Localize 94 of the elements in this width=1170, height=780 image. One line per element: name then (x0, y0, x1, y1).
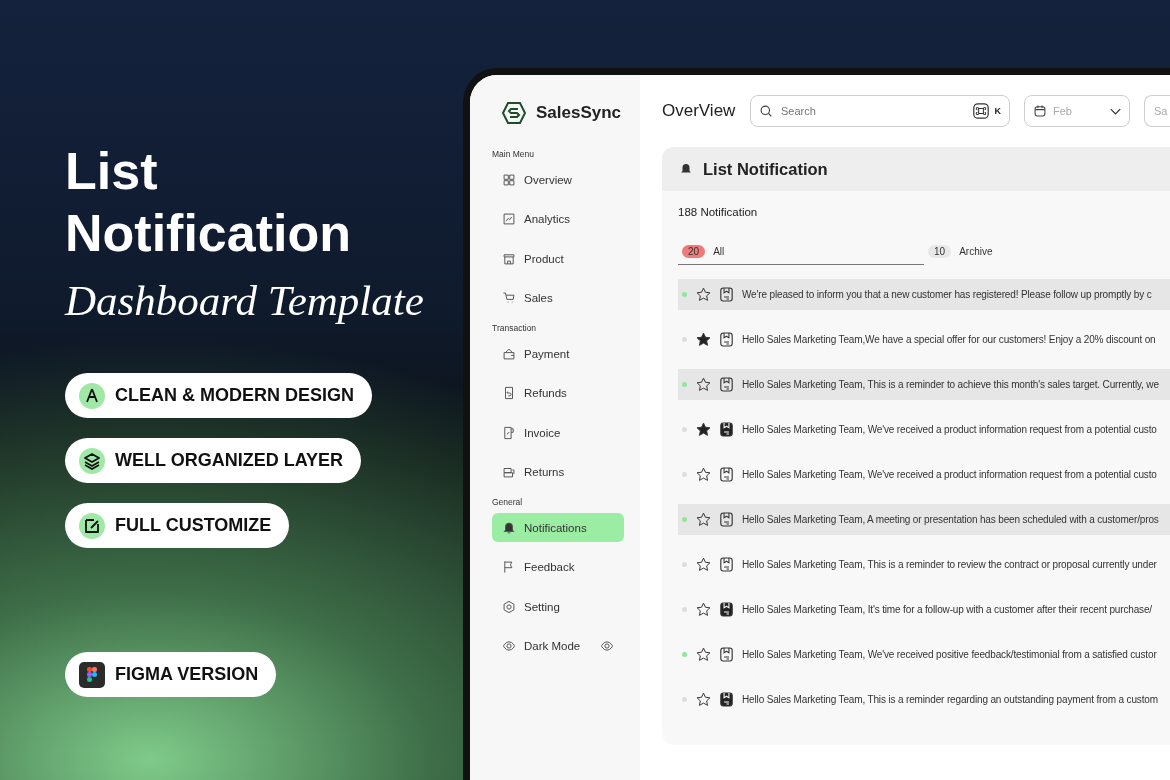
feature-icon (79, 447, 105, 474)
bookmark-icon[interactable] (720, 692, 733, 707)
bookmark-icon[interactable] (720, 422, 733, 437)
star-icon[interactable] (696, 467, 711, 482)
bookmark-icon[interactable] (720, 647, 733, 662)
bookmark-icon[interactable] (720, 287, 733, 302)
promo-subtitle: Dashboard Template (65, 276, 425, 325)
menu-icon (502, 465, 516, 479)
menu-icon (502, 172, 516, 187)
menu-icon (502, 639, 516, 653)
promo-title: List Notification (65, 141, 352, 264)
menu-icon (502, 520, 516, 535)
notification-text: Hello Sales Marketing Team, This is a reminder to review the contract or proposal currently under (742, 559, 1157, 570)
star-icon[interactable] (696, 647, 711, 662)
sidebar-item[interactable]: Product (492, 244, 624, 273)
count-badge: 10 (928, 245, 952, 258)
notification-text: Hello Sales Marketing Team, We've received positive feedback/testimonial from a satisfied custor (742, 649, 1157, 660)
sidebar-item[interactable]: Overview (492, 165, 624, 194)
figma-logo-icon (79, 661, 105, 688)
shortcut-key: K (994, 106, 1001, 116)
menu-icon (502, 212, 516, 226)
bookmark-icon[interactable] (720, 512, 733, 527)
sidebar-item[interactable]: Feedback (492, 552, 624, 582)
menu-icon (502, 386, 516, 400)
menu-icon (502, 425, 516, 440)
notification-text: Hello Sales Marketing Team, We've received a product information request from a potential custo (742, 469, 1157, 480)
eye-toggle-icon[interactable] (600, 639, 614, 653)
feature-icon (79, 512, 105, 539)
menu-icon (502, 599, 516, 614)
count-badge: 20 (682, 245, 706, 258)
notification-text: We're pleased to inform you that a new customer has registered! Please follow up promptly by c (742, 289, 1152, 300)
search-bar[interactable]: Search K (750, 95, 1010, 127)
star-icon[interactable] (696, 512, 711, 527)
star-icon[interactable] (696, 692, 711, 707)
tab[interactable]: 20 All (678, 245, 924, 265)
notification-text: Hello Sales Marketing Team, This is a reminder to achieve this month's sales target. Currently, we (742, 379, 1159, 390)
sidebar-item[interactable]: Invoice (492, 418, 624, 447)
notification-row[interactable]: Hello Sales Marketing Team, A meeting or presentation has been scheduled with a customer/pros (678, 504, 1170, 535)
notification-row[interactable]: Hello Sales Marketing Team,We have a special offer for our customers! Enjoy a 20% discount on (678, 324, 1170, 355)
star-icon[interactable] (696, 557, 711, 572)
bookmark-icon[interactable] (720, 557, 733, 572)
search-input[interactable]: Search (779, 104, 967, 118)
command-key-icon (972, 103, 989, 119)
notification-row[interactable]: Hello Sales Marketing Team, We've received a product information request from a potential custo (678, 414, 1170, 445)
notification-row[interactable]: Hello Sales Marketing Team, We've received a product information request from a potential custo (678, 459, 1170, 490)
page-title: OverView (662, 101, 736, 121)
feature-pill: CLEAN & MODERN DESIGN (65, 373, 372, 418)
section-heading: General (492, 497, 524, 507)
bookmark-icon[interactable] (720, 602, 733, 617)
notification-row[interactable]: Hello Sales Marketing Team, This is a reminder to achieve this month's sales target. Currently, we (678, 369, 1170, 400)
feature-pill: WELL ORGANIZED LAYER (65, 438, 361, 483)
bookmark-icon[interactable] (720, 467, 733, 482)
sidebar-item[interactable]: Sales (492, 283, 624, 313)
menu-icon (502, 291, 516, 305)
star-icon[interactable] (696, 602, 711, 617)
section-heading: Transaction (492, 323, 538, 333)
menu-icon (502, 251, 516, 266)
notification-row[interactable]: We're pleased to inform you that a new customer has registered! Please follow up promptly by c (678, 279, 1170, 310)
notification-text: Hello Sales Marketing Team, A meeting or presentation has been scheduled with a customer/pros (742, 514, 1159, 525)
tab[interactable]: 10 Archive (924, 245, 1170, 265)
chevron-down-icon (1110, 107, 1121, 115)
panel-title: List Notification (703, 159, 828, 179)
sidebar-item[interactable]: Returns (492, 457, 624, 487)
brand-name: SalesSync (536, 103, 622, 123)
notification-row[interactable]: Hello Sales Marketing Team, This is a reminder regarding an outstanding payment from a custom (678, 684, 1170, 715)
sidebar-item[interactable]: Analytics (492, 204, 624, 234)
notification-row[interactable]: Hello Sales Marketing Team, This is a reminder to review the contract or proposal currently under (678, 549, 1170, 580)
logo-icon (502, 102, 526, 124)
menu-icon (502, 346, 516, 361)
feature-pill: FULL CUSTOMIZE (65, 503, 290, 548)
star-icon[interactable] (696, 332, 711, 347)
sidebar-item[interactable]: Payment (492, 339, 624, 368)
star-icon[interactable] (696, 287, 711, 302)
notification-count: 188 Notification (678, 206, 759, 218)
bookmark-icon[interactable] (720, 332, 733, 347)
notification-text: Hello Sales Marketing Team, It's time for a follow-up with a customer after their recent purchase/ (742, 604, 1152, 615)
calendar-icon (1033, 104, 1047, 118)
bookmark-icon[interactable] (720, 377, 733, 392)
section-heading: Main Menu (492, 149, 536, 159)
sidebar-item[interactable]: Notifications (492, 513, 624, 542)
feature-icon (79, 382, 105, 409)
sidebar-item[interactable]: Dark Mode (492, 631, 624, 661)
star-icon[interactable] (696, 422, 711, 437)
sidebar-item[interactable]: Refunds (492, 378, 624, 408)
sidebar-item[interactable]: Setting (492, 592, 624, 621)
star-icon[interactable] (696, 377, 711, 392)
notification-text: Hello Sales Marketing Team,We have a special offer for our customers! Enjoy a 20% discount on (742, 334, 1156, 345)
notification-text: Hello Sales Marketing Team, We've received a product information request from a potential custo (742, 424, 1157, 435)
search-icon (759, 104, 773, 118)
notification-row[interactable]: Hello Sales Marketing Team, We've received positive feedback/testimonial from a satisfied custor (678, 639, 1170, 670)
notification-text: Hello Sales Marketing Team, This is a reminder regarding an outstanding payment from a custom (742, 694, 1158, 705)
figma-pill: FIGMA VERSION (65, 652, 277, 697)
bell-icon (679, 162, 693, 176)
notification-row[interactable]: Hello Sales Marketing Team, It's time for a follow-up with a customer after their recent purchase/ (678, 594, 1170, 625)
